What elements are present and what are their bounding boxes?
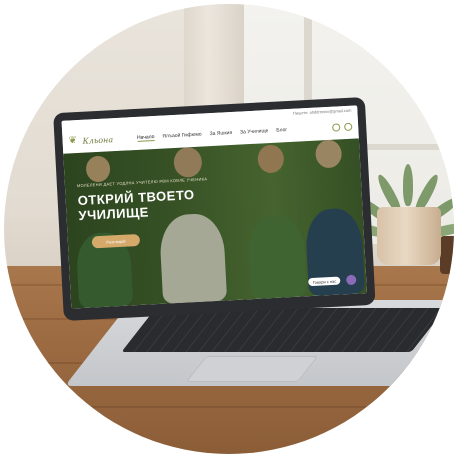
hero-cta-button[interactable]: Разгледай bbox=[91, 233, 141, 249]
nav-item-2[interactable]: Ялъаой Гмфюмо bbox=[162, 132, 202, 140]
nav-item-home[interactable]: Начало bbox=[136, 133, 155, 142]
brand-logo[interactable]: Кльона bbox=[82, 135, 113, 146]
cup bbox=[440, 236, 454, 274]
chat-chip[interactable]: Говори с нас bbox=[308, 276, 341, 287]
laptop-lid: Пишете: ahddrmssv@gmail.com ❦ Кльона Нач… bbox=[53, 96, 376, 321]
nav-item-4[interactable]: За Училище bbox=[240, 128, 269, 135]
hero-section: МОЛЕЛЕНИ ДАЕТ УОДЛНА УЧИТЕЛЮ РВМ КОВЛЕ У… bbox=[63, 138, 367, 309]
cart-icon[interactable] bbox=[344, 122, 353, 132]
nav-item-3[interactable]: За Яшкия bbox=[209, 130, 232, 137]
search-icon[interactable] bbox=[332, 123, 341, 132]
nav-item-blog[interactable]: Блог bbox=[276, 127, 287, 134]
product-photo: Пишете: ahddrmssv@gmail.com ❦ Кльона Нач… bbox=[4, 4, 454, 454]
plant-pot bbox=[377, 207, 441, 265]
trackpad bbox=[185, 356, 319, 382]
leaf-logo-icon: ❦ bbox=[68, 135, 78, 147]
laptop-screen: Пишете: ahddrmssv@gmail.com ❦ Кльона Нач… bbox=[61, 105, 367, 309]
